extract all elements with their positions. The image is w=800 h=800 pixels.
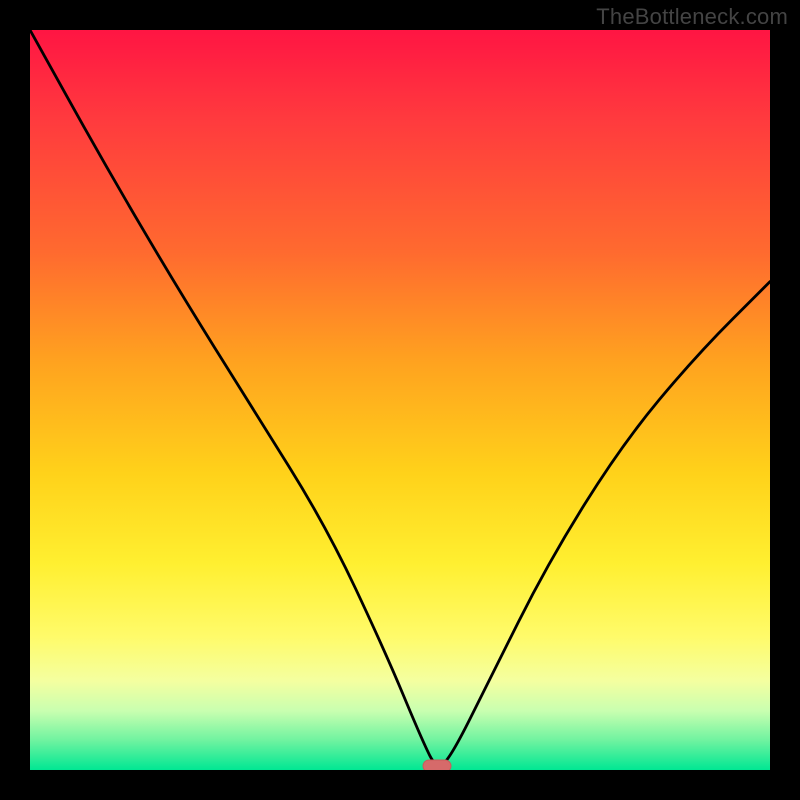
watermark-text: TheBottleneck.com: [596, 4, 788, 30]
chart-frame: TheBottleneck.com: [0, 0, 800, 800]
bottleneck-curve: [30, 30, 770, 765]
plot-area: [30, 30, 770, 770]
curve-layer: [30, 30, 770, 770]
minimum-marker: [423, 760, 451, 770]
